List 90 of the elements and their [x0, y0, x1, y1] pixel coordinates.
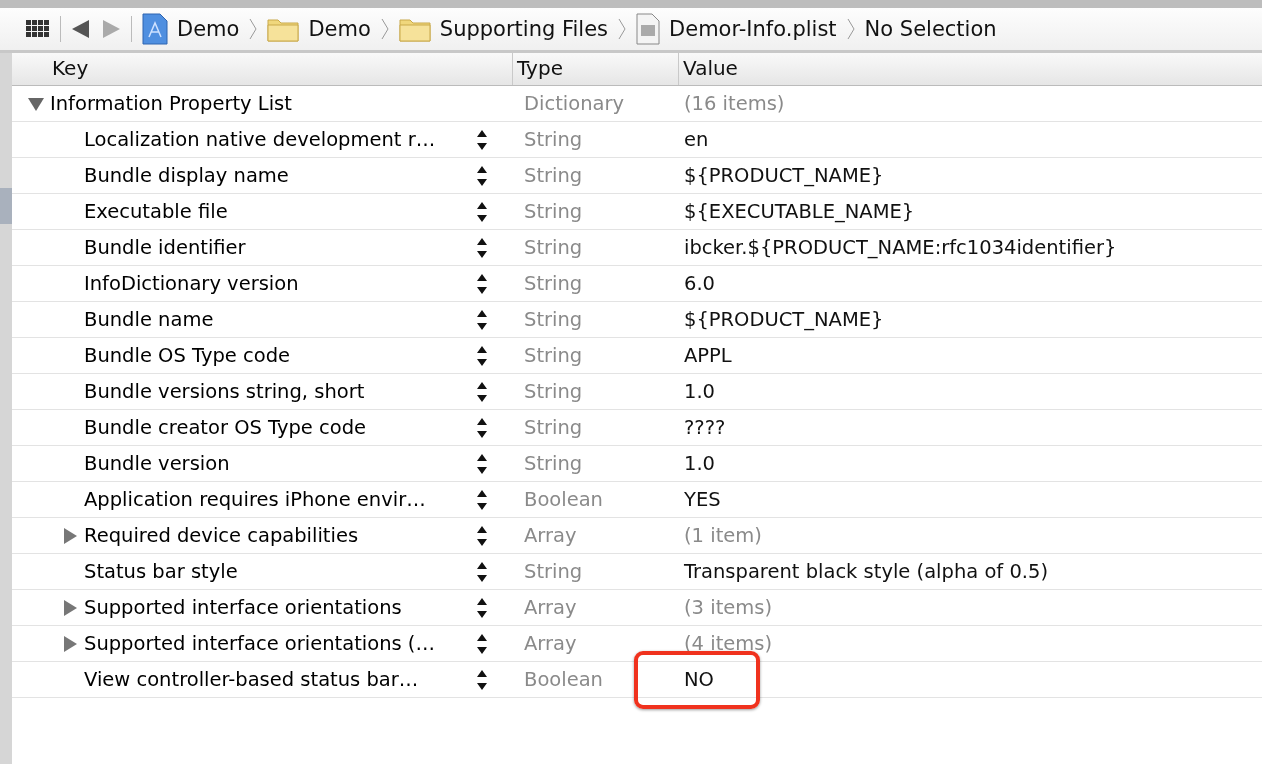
- type-text: Boolean: [523, 668, 604, 691]
- collapsed-triangle-icon[interactable]: [62, 527, 78, 544]
- type-text: String: [523, 308, 584, 331]
- key-text: Supported interface orientations (…: [84, 632, 435, 655]
- value-text: ibcker.${PRODUCT_NAME:rfc1034identifier}: [684, 236, 1117, 259]
- stepper-icon[interactable]: [476, 417, 488, 439]
- key-text: InfoDictionary version: [84, 272, 299, 295]
- type-text: String: [523, 344, 584, 367]
- stepper-icon[interactable]: [476, 381, 488, 403]
- column-header[interactable]: Type: [512, 53, 678, 85]
- breadcrumb-item[interactable]: Supporting Files: [439, 17, 609, 41]
- value-text: (16 items): [684, 92, 785, 115]
- key-text: View controller-based status bar…: [84, 668, 419, 691]
- stepper-icon[interactable]: [476, 453, 488, 475]
- value-text: YES: [684, 488, 721, 511]
- folder-icon: [398, 16, 431, 42]
- collapsed-triangle-icon[interactable]: [62, 635, 78, 652]
- key-text: Bundle identifier: [84, 236, 246, 259]
- value-text: ${PRODUCT_NAME}: [684, 308, 884, 331]
- value-text: (4 items): [684, 632, 773, 655]
- key-text: Status bar style: [84, 560, 238, 583]
- type-text: Array: [523, 596, 578, 619]
- type-text: String: [523, 452, 584, 475]
- stepper-icon[interactable]: [476, 525, 488, 547]
- stepper-icon[interactable]: [476, 633, 488, 655]
- value-text: ${EXECUTABLE_NAME}: [684, 200, 915, 223]
- type-text: String: [523, 380, 584, 403]
- stepper-icon[interactable]: [476, 489, 488, 511]
- value-text: APPL: [684, 344, 732, 367]
- grid-icon[interactable]: [26, 20, 50, 38]
- type-text: String: [523, 164, 584, 187]
- value-text: Transparent black style (alpha of 0.5): [684, 560, 1049, 583]
- key-text: Localization native development r…: [84, 128, 436, 151]
- breadcrumb-item[interactable]: Demo: [308, 17, 371, 41]
- value-text: 1.0: [684, 380, 715, 403]
- stepper-icon[interactable]: [476, 561, 488, 583]
- sidebar-edge: [0, 188, 12, 224]
- project-file-icon: [142, 13, 168, 45]
- column-header[interactable]: Value: [678, 53, 1262, 85]
- key-text: Executable file: [84, 200, 228, 223]
- value-text: 1.0: [684, 452, 715, 475]
- type-text: String: [523, 416, 584, 439]
- chevron-icon: [380, 18, 389, 40]
- back-arrow-icon[interactable]: [71, 19, 91, 39]
- key-text: Application requires iPhone envir…: [84, 488, 426, 511]
- type-text: Array: [523, 632, 578, 655]
- stepper-icon[interactable]: [476, 597, 488, 619]
- chevron-icon: [249, 18, 258, 40]
- stepper-icon[interactable]: [476, 309, 488, 331]
- expanded-triangle-icon[interactable]: [28, 96, 44, 111]
- key-text: Bundle creator OS Type code: [84, 416, 367, 439]
- type-text: String: [523, 200, 584, 223]
- key-text: Bundle versions string, short: [84, 380, 365, 403]
- folder-icon: [267, 16, 300, 42]
- type-text: Array: [523, 524, 578, 547]
- type-text: Dictionary: [523, 92, 625, 115]
- breadcrumb-item[interactable]: Demor-Info.plist: [669, 17, 837, 41]
- chevron-icon: [846, 18, 855, 40]
- stepper-icon[interactable]: [476, 345, 488, 367]
- stepper-icon[interactable]: [476, 273, 488, 295]
- key-text: Bundle version: [84, 452, 230, 475]
- key-text: Bundle display name: [84, 164, 289, 187]
- chevron-icon: [618, 18, 627, 40]
- breadcrumb-item[interactable]: No Selection: [864, 17, 997, 41]
- type-text: String: [523, 560, 584, 583]
- value-text: (3 items): [684, 596, 773, 619]
- key-text: Bundle OS Type code: [84, 344, 291, 367]
- value-text: NO: [684, 668, 714, 691]
- breadcrumb-item[interactable]: Demo: [177, 17, 240, 41]
- column-header[interactable]: Key: [12, 53, 512, 85]
- collapsed-triangle-icon[interactable]: [62, 599, 78, 616]
- value-text: (1 item): [684, 524, 762, 547]
- stepper-icon[interactable]: [476, 129, 488, 151]
- type-text: String: [523, 272, 584, 295]
- stepper-icon[interactable]: [476, 669, 488, 691]
- stepper-icon[interactable]: [476, 165, 488, 187]
- value-text: ????: [684, 416, 726, 439]
- type-text: String: [523, 128, 584, 151]
- stepper-icon[interactable]: [476, 237, 488, 259]
- type-text: Boolean: [523, 488, 604, 511]
- key-text: Information Property List: [50, 92, 292, 115]
- key-text: Supported interface orientations: [84, 596, 402, 619]
- type-text: String: [523, 236, 584, 259]
- document-icon: [636, 13, 661, 45]
- value-text: ${PRODUCT_NAME}: [684, 164, 884, 187]
- key-text: Required device capabilities: [84, 524, 359, 547]
- key-text: Bundle name: [84, 308, 214, 331]
- stepper-icon[interactable]: [476, 201, 488, 223]
- value-text: 6.0: [684, 272, 715, 295]
- value-text: en: [684, 128, 709, 151]
